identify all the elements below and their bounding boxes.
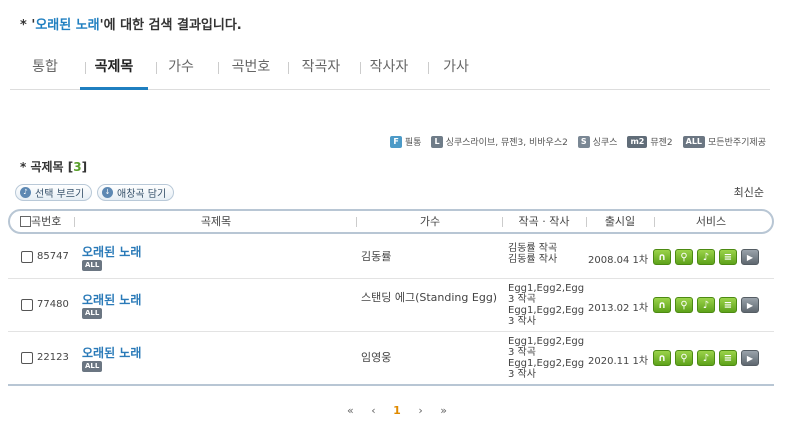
sing-icon[interactable]: ∩ [653,297,671,313]
tab-divider [360,62,361,74]
sort-latest[interactable]: 최신순 [734,184,764,200]
download-icon: ↓ [102,187,113,198]
header-singer: 가수 [419,215,441,228]
singer-name: 스탠딩 에그(Standing Egg) [361,291,498,304]
microphone-icon: ♪ [20,187,31,198]
header-release: 출시일 [604,215,636,228]
tab-title[interactable]: 곡제목 [80,50,148,90]
result-count: 3 [73,160,82,174]
search-category-tabs: 통합 곡제목 가수 곡번호 작곡자 작사자 가사 [10,50,770,90]
row-checkbox[interactable] [21,299,33,311]
badge-f-icon: F [390,135,402,148]
pager-next[interactable]: › [418,404,422,417]
header-divider [502,217,503,227]
row-checkbox[interactable] [21,352,33,364]
tab-divider [156,62,157,74]
search-icon[interactable]: ⚲ [675,350,693,366]
song-title-link[interactable]: 오래된 노래 [82,243,141,260]
section-title-suffix: ] [81,160,88,174]
table-row: 22123 오래된 노래 ALL 임영웅 Egg1,Egg2,Egg3 작곡 E… [8,332,774,386]
lyrics-icon[interactable]: ♪ [697,297,715,313]
song-title-link[interactable]: 오래된 노래 [82,291,141,308]
row-checkbox[interactable] [21,251,33,263]
play-icon[interactable]: ▶ [741,350,759,366]
pager-prev[interactable]: ‹ [371,404,375,417]
sing-icon[interactable]: ∩ [653,350,671,366]
badge-l-icon: L [431,135,443,148]
song-number: 77480 [37,299,69,310]
lyrics-icon[interactable]: ♪ [697,350,715,366]
header-service: 서비스 [695,215,727,228]
tab-lyricist[interactable]: 작사자 [362,50,416,90]
header-composer: 작곡 · 작사 [518,215,570,228]
header-divider [586,217,587,227]
memo-icon[interactable]: ≡ [719,297,737,313]
pagination: « ‹ 1 › » [0,404,794,417]
header-title: 곡제목 [200,215,232,228]
header-divider [654,217,655,227]
release-date: 2013.02 1차 [588,303,649,314]
tab-divider [428,62,429,74]
song-number: 22123 [37,352,69,363]
tab-singer[interactable]: 가수 [160,50,202,90]
badge-all-icon: ALL [82,308,103,319]
headline-suffix: '에 대한 검색 결과입니다. [99,18,242,33]
select-all-checkbox[interactable] [20,216,31,227]
select-sing-label: 선택 부르기 [35,189,85,200]
pager-last[interactable]: » [440,404,447,417]
header-number-label: 곡번호 [31,215,62,228]
pager-first[interactable]: « [347,404,354,417]
song-number: 85747 [37,251,69,262]
add-favorite-button[interactable]: ↓ 애창곡 담기 [97,184,175,201]
tab-lyrics[interactable]: 가사 [434,50,478,90]
badge-all-icon: ALL [82,260,103,271]
tab-divider [288,62,289,74]
tab-all[interactable]: 통합 [20,50,70,90]
lyrics-icon[interactable]: ♪ [697,249,715,265]
table-header: 곡번호 곡제목 가수 작곡 · 작사 출시일 서비스 [8,209,774,234]
badge-all-icon: ALL [682,135,706,148]
section-title: * 곡제목 [3] [20,158,87,175]
section-title-prefix: * 곡제목 [ [20,160,74,174]
legend-text: 싱쿠스 [592,138,618,148]
header-number: 곡번호 [20,211,78,232]
legend-text: 필통 [404,138,422,148]
sing-icon[interactable]: ∩ [653,249,671,265]
play-icon[interactable]: ▶ [741,249,759,265]
release-date: 2020.11 1차 [588,356,649,367]
search-icon[interactable]: ⚲ [675,297,693,313]
search-result-headline: * '오래된 노래'에 대한 검색 결과입니다. [20,14,242,33]
legend-text: 모든반주기제공 [708,138,766,148]
badge-s-icon: S [577,135,590,148]
pager-current[interactable]: 1 [393,404,401,417]
tab-divider [218,62,219,74]
badge-m2-icon: m2 [627,135,648,148]
header-divider [356,217,357,227]
tab-composer[interactable]: 작곡자 [294,50,348,90]
accompaniment-legend: F 필통 L 싱쿠스라이브, 뮤젠3, 비바우스2 S 싱쿠스 m2 뮤젠2 A… [390,135,766,148]
play-icon[interactable]: ▶ [741,297,759,313]
composer-lyricist: 김동률 작곡 김동률 작사 [508,243,558,265]
release-date: 2008.04 1차 [588,255,649,266]
badge-all-icon: ALL [82,361,103,372]
singer-name: 임영웅 [361,351,392,364]
legend-text: 뮤젠2 [650,138,673,148]
table-row: 85747 오래된 노래 ALL 김동률 김동률 작곡 김동률 작사 2008.… [8,236,774,279]
select-sing-button[interactable]: ♪ 선택 부르기 [15,184,93,201]
composer-lyricist: Egg1,Egg2,Egg3 작곡 Egg1,Egg2,Egg3 작사 [508,336,585,380]
song-title-link[interactable]: 오래된 노래 [82,344,141,361]
header-divider [74,217,75,227]
tab-song-number[interactable]: 곡번호 [224,50,278,90]
headline-prefix: * ' [20,18,36,33]
table-row: 77480 오래된 노래 ALL 스탠딩 에그(Standing Egg) Eg… [8,279,774,332]
search-icon[interactable]: ⚲ [675,249,693,265]
add-favorite-label: 애창곡 담기 [117,189,167,200]
memo-icon[interactable]: ≡ [719,350,737,366]
search-keyword: 오래된 노래 [35,18,100,33]
legend-text: 싱쿠스라이브, 뮤젠3, 비바우스2 [445,138,568,148]
singer-name: 김동률 [361,250,392,263]
composer-lyricist: Egg1,Egg2,Egg3 작곡 Egg1,Egg2,Egg3 작사 [508,283,585,327]
memo-icon[interactable]: ≡ [719,249,737,265]
